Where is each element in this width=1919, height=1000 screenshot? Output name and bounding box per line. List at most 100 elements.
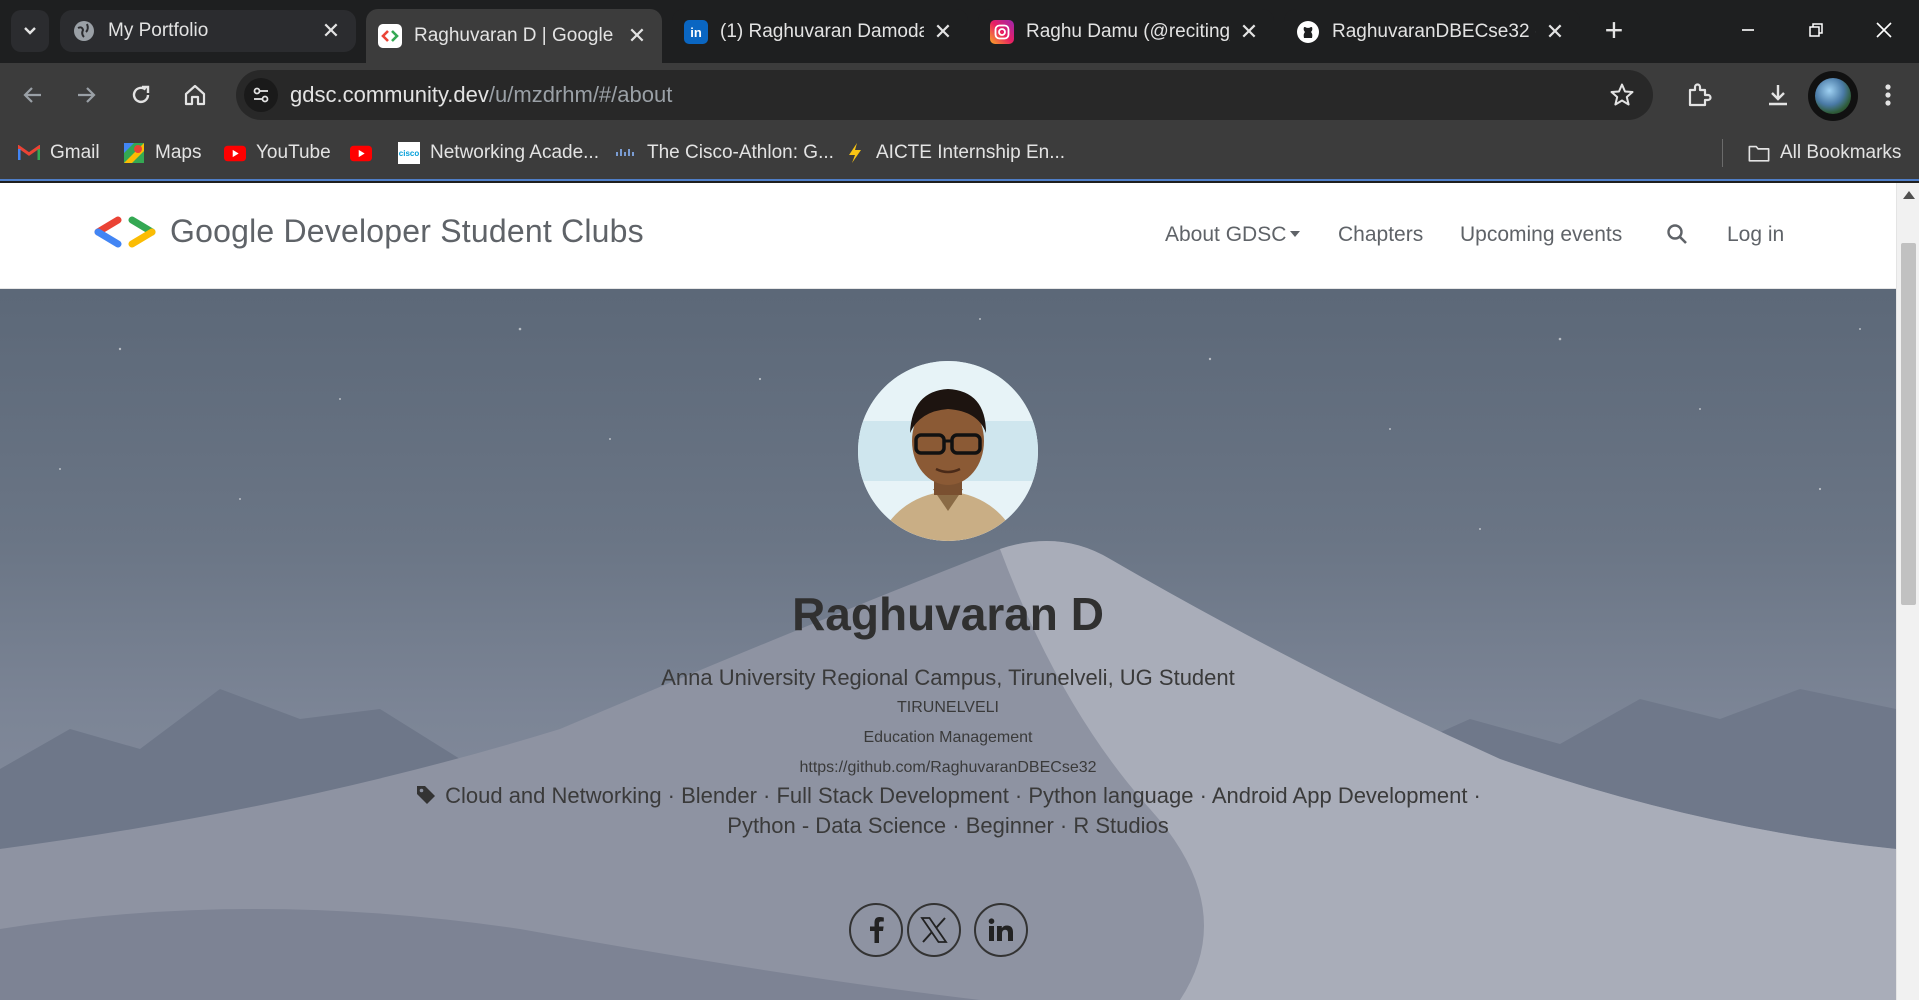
bookmark-gmail[interactable]: Gmail xyxy=(18,137,100,169)
close-icon[interactable]: ✕ xyxy=(1544,19,1566,45)
chevron-down-icon xyxy=(24,27,36,35)
bookmarks-divider xyxy=(1722,139,1723,167)
bookmark-youtube[interactable]: YouTube xyxy=(224,137,331,169)
tab-linkedin[interactable]: in (1) Raghuvaran Damodar ✕ xyxy=(672,9,968,55)
bookmark-label: Maps xyxy=(155,142,202,163)
bookmark-youtube-2[interactable] xyxy=(350,137,382,169)
maps-icon xyxy=(123,142,145,164)
x-link[interactable] xyxy=(907,903,961,957)
youtube-icon xyxy=(224,142,246,164)
page-scrollbar[interactable] xyxy=(1896,183,1919,1000)
brand-name: Google Developer Student Clubs xyxy=(170,213,644,249)
aicte-icon xyxy=(844,142,866,164)
extensions-button[interactable] xyxy=(1679,75,1719,115)
profile-interests: Cloud and Networking · Blender · Full St… xyxy=(400,781,1496,841)
nav-chapters[interactable]: Chapters xyxy=(1338,223,1423,247)
profile-city: TIRUNELVELI xyxy=(897,699,999,716)
nav-label: About GDSC xyxy=(1165,223,1287,246)
bookmark-networking-academy[interactable]: cisco Networking Acade... xyxy=(398,137,599,169)
restore-button[interactable] xyxy=(1782,0,1850,60)
linkedin-link[interactable] xyxy=(974,903,1028,957)
forward-arrow-icon xyxy=(78,87,96,103)
scrollbar-thumb[interactable] xyxy=(1901,243,1916,605)
reload-icon xyxy=(132,85,150,104)
bookmarks-bar: Gmail Maps YouTube cisco Networking Acad… xyxy=(0,125,1919,181)
site-info-button[interactable] xyxy=(244,78,278,112)
tag-icon xyxy=(417,786,436,804)
tab-title: My Portfolio xyxy=(108,20,209,41)
bookmark-label: YouTube xyxy=(256,142,331,163)
brand-logo-link[interactable]: Google Developer Student Clubs xyxy=(92,213,644,250)
close-icon[interactable]: ✕ xyxy=(932,19,954,45)
puzzle-icon xyxy=(1688,83,1712,107)
tab-instagram[interactable]: Raghu Damu (@reciting_ ✕ xyxy=(978,9,1274,55)
more-vert-icon xyxy=(1885,84,1891,106)
linkedin-icon: in xyxy=(684,20,708,44)
new-tab-button[interactable]: + xyxy=(1596,13,1632,49)
x-icon xyxy=(920,917,948,943)
bookmark-label: All Bookmarks xyxy=(1780,142,1902,163)
search-button[interactable] xyxy=(1666,223,1688,251)
profile-hero: Raghuvaran D Anna University Regional Ca… xyxy=(0,289,1896,1000)
home-button[interactable] xyxy=(175,75,215,115)
home-icon xyxy=(184,84,206,106)
youtube-icon xyxy=(350,142,372,164)
search-icon xyxy=(1667,224,1687,244)
tab-title: Raghuvaran D | Google D xyxy=(414,25,618,46)
linkedin-icon xyxy=(988,918,1013,941)
cisco-icon: cisco xyxy=(398,142,420,164)
tab-my-portfolio[interactable]: My Portfolio ✕ xyxy=(60,10,356,52)
bookmark-aicte[interactable]: AICTE Internship En... xyxy=(844,137,1065,169)
browser-toolbar: gdsc.community.dev/u/mzdrhm/#/about xyxy=(0,63,1919,125)
profile-field: Education Management xyxy=(863,729,1033,746)
profile-name: Raghuvaran D xyxy=(792,588,1104,640)
url-text[interactable]: gdsc.community.dev/u/mzdrhm/#/about xyxy=(290,82,672,108)
bookmark-label: Gmail xyxy=(50,142,100,163)
bookmark-star-icon[interactable] xyxy=(1609,82,1635,113)
close-icon[interactable]: ✕ xyxy=(626,23,648,49)
nav-upcoming-events[interactable]: Upcoming events xyxy=(1460,223,1622,247)
facebook-link[interactable] xyxy=(849,903,903,957)
nav-login[interactable]: Log in xyxy=(1727,223,1784,247)
profile-avatar-button[interactable] xyxy=(1808,71,1858,121)
globe-icon xyxy=(72,19,96,43)
download-icon xyxy=(1769,85,1787,106)
page-viewport: Google Developer Student Clubs About GDS… xyxy=(0,183,1919,1000)
avatar xyxy=(1815,78,1851,114)
folder-icon xyxy=(1748,142,1770,164)
all-bookmarks-button[interactable]: All Bookmarks xyxy=(1748,137,1901,169)
back-button[interactable] xyxy=(13,75,53,115)
close-window-button[interactable] xyxy=(1850,0,1918,60)
forward-button[interactable] xyxy=(66,75,106,115)
facebook-icon xyxy=(870,917,884,943)
browser-menu-button[interactable] xyxy=(1868,75,1908,115)
downloads-button[interactable] xyxy=(1758,75,1798,115)
tab-search-button[interactable] xyxy=(11,10,49,52)
restore-icon xyxy=(1809,23,1823,37)
nav-about-gdsc[interactable]: About GDSC xyxy=(1165,223,1301,247)
bookmark-maps[interactable]: Maps xyxy=(123,137,201,169)
nav-label: Chapters xyxy=(1338,223,1424,246)
tab-title: Raghu Damu (@reciting_ xyxy=(1026,21,1230,42)
address-bar[interactable]: gdsc.community.dev/u/mzdrhm/#/about xyxy=(236,70,1653,120)
site-header: Google Developer Student Clubs About GDS… xyxy=(0,183,1896,289)
url-host: gdsc.community.dev xyxy=(290,82,489,107)
tab-strip: My Portfolio ✕ Raghuvaran D | Google D ✕… xyxy=(0,0,1919,63)
bookmark-label: The Cisco-Athlon: G... xyxy=(647,142,834,163)
scroll-up-arrow-icon[interactable] xyxy=(1903,191,1915,199)
gmail-icon xyxy=(18,142,40,164)
profile-photo xyxy=(858,361,1038,541)
reload-button[interactable] xyxy=(121,75,161,115)
minimize-button[interactable] xyxy=(1714,0,1782,60)
url-path: /u/mzdrhm/#/about xyxy=(488,82,673,107)
caret-down-icon xyxy=(1290,231,1301,237)
tab-gdsc-profile[interactable]: Raghuvaran D | Google D ✕ xyxy=(366,9,662,63)
profile-link[interactable]: https://github.com/RaghuvaranDBECse32 xyxy=(0,759,1896,777)
close-icon[interactable]: ✕ xyxy=(1238,19,1260,45)
instagram-icon xyxy=(990,20,1014,44)
close-icon[interactable]: ✕ xyxy=(320,18,342,44)
github-icon xyxy=(1296,20,1320,44)
bookmark-cisco-athlon[interactable]: The Cisco-Athlon: G... xyxy=(615,137,834,169)
tab-github[interactable]: RaghuvaranDBECse32 (Ra ✕ xyxy=(1284,9,1580,55)
profile-affiliation: Anna University Regional Campus, Tirunel… xyxy=(661,665,1235,690)
